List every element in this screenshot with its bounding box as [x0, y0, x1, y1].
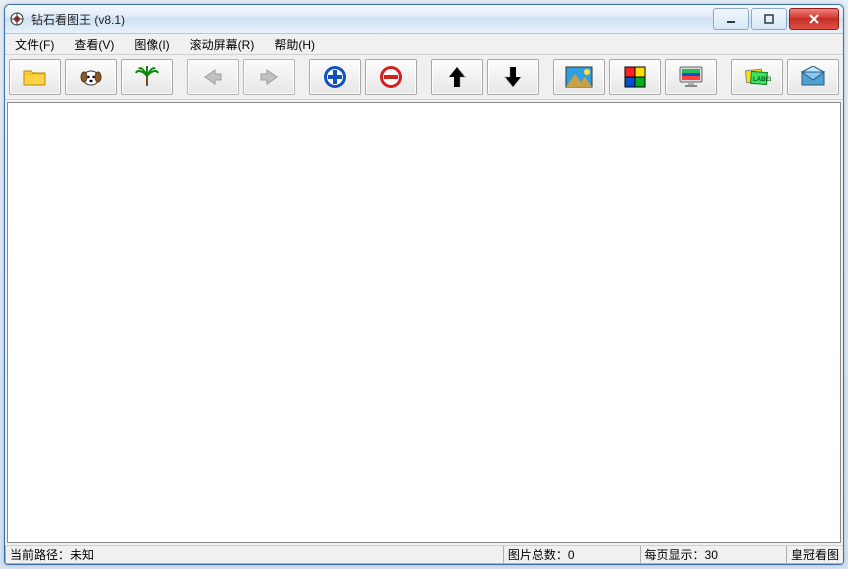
- prev-button[interactable]: [187, 59, 239, 95]
- color-grid-icon: [623, 65, 647, 89]
- maximize-icon: [763, 13, 775, 25]
- plus-circle-icon: [322, 64, 348, 90]
- envelope-button[interactable]: [787, 59, 839, 95]
- menu-help[interactable]: 帮助(H): [270, 35, 319, 54]
- folder-icon: [22, 66, 48, 88]
- status-count-value: 0: [568, 548, 575, 562]
- content-wrap: [5, 100, 843, 545]
- minus-circle-icon: [378, 64, 404, 90]
- status-perpage-value: 30: [705, 548, 718, 562]
- menu-scroll[interactable]: 滚动屏幕(R): [186, 35, 259, 54]
- status-path-label: 当前路径：: [10, 546, 70, 563]
- titlebar[interactable]: 钻石看图王 (v8.1): [5, 5, 843, 34]
- menubar: 文件(F) 查看(V) 图像(I) 滚动屏幕(R) 帮助(H): [5, 34, 843, 55]
- status-count: 图片总数： 0: [503, 546, 641, 564]
- menu-file[interactable]: 文件(F): [11, 35, 58, 54]
- status-perpage: 每页显示： 30: [640, 546, 787, 564]
- palm-tree-icon: [134, 64, 160, 90]
- labels-icon: LABELS: [743, 65, 771, 89]
- arrow-down-icon: [503, 65, 523, 89]
- toolbar: LABELS: [5, 55, 843, 100]
- minimize-icon: [725, 13, 737, 25]
- app-window: 钻石看图王 (v8.1) 文件(F) 查看(V) 图像(I) 滚动屏幕(R) 帮…: [4, 4, 844, 565]
- statusbar: 当前路径： 未知 图片总数： 0 每页显示： 30 皇冠看图: [5, 545, 843, 564]
- status-path: 当前路径： 未知: [5, 546, 504, 564]
- move-up-button[interactable]: [431, 59, 483, 95]
- monitor-icon: [677, 65, 705, 89]
- app-icon: [9, 11, 25, 27]
- zoom-in-button[interactable]: [309, 59, 361, 95]
- close-icon: [808, 13, 820, 25]
- window-title: 钻石看图王 (v8.1): [31, 11, 125, 28]
- svg-text:LABELS: LABELS: [753, 77, 771, 83]
- search-dog-button[interactable]: [65, 59, 117, 95]
- status-brand: 皇冠看图: [786, 546, 844, 564]
- envelope-icon: [799, 66, 827, 88]
- arrow-left-icon: [201, 68, 225, 86]
- status-brand-text: 皇冠看图: [791, 546, 839, 563]
- landscape-button[interactable]: [553, 59, 605, 95]
- tree-button[interactable]: [121, 59, 173, 95]
- color-grid-button[interactable]: [609, 59, 661, 95]
- arrow-up-icon: [447, 65, 467, 89]
- close-button[interactable]: [789, 8, 839, 30]
- status-perpage-label: 每页显示：: [645, 546, 705, 563]
- zoom-out-button[interactable]: [365, 59, 417, 95]
- menu-view[interactable]: 查看(V): [70, 35, 118, 54]
- status-count-label: 图片总数：: [508, 546, 568, 563]
- menu-image[interactable]: 图像(I): [130, 35, 173, 54]
- labels-button[interactable]: LABELS: [731, 59, 783, 95]
- landscape-icon: [565, 66, 593, 88]
- open-folder-button[interactable]: [9, 59, 61, 95]
- maximize-button[interactable]: [751, 8, 787, 30]
- minimize-button[interactable]: [713, 8, 749, 30]
- status-path-value: 未知: [70, 546, 94, 563]
- monitor-button[interactable]: [665, 59, 717, 95]
- dog-icon: [78, 65, 104, 89]
- move-down-button[interactable]: [487, 59, 539, 95]
- image-viewport[interactable]: [7, 102, 841, 543]
- arrow-right-icon: [257, 68, 281, 86]
- next-button[interactable]: [243, 59, 295, 95]
